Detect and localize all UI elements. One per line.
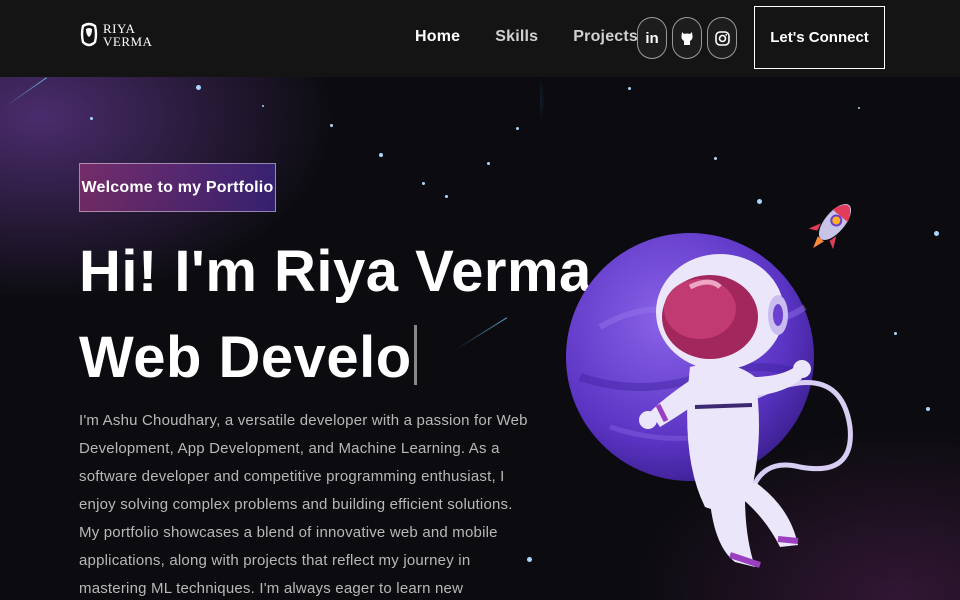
star: [196, 85, 201, 90]
typed-role: Web Develo: [79, 325, 412, 390]
hero-section: Welcome to my Portfolio Hi! I'm Riya Ver…: [0, 77, 960, 600]
linkedin-link[interactable]: in: [637, 17, 667, 59]
star: [379, 153, 383, 157]
nav-link-home[interactable]: Home: [415, 28, 460, 46]
star: [516, 127, 519, 130]
hero-headline: Hi! I'm Riya Verma Web Develo: [79, 229, 592, 401]
logo-icon: [80, 22, 98, 47]
star: [487, 162, 490, 165]
lets-connect-button[interactable]: Let's Connect: [754, 6, 885, 69]
nav-links: Home Skills Projects: [415, 28, 673, 46]
shooting-star: [3, 77, 47, 108]
nav-link-skills[interactable]: Skills: [495, 28, 538, 46]
blue-planet-icon: [540, 77, 545, 122]
headline-greeting: Hi! I'm Riya Verma: [79, 239, 592, 304]
logo-text: RIYA VERMA: [103, 22, 152, 48]
astronaut-icon: [639, 254, 853, 568]
headline-typing-line: Web Develo: [79, 315, 592, 401]
nav-link-projects[interactable]: Projects: [573, 28, 638, 46]
typing-cursor: [413, 325, 417, 385]
star: [422, 182, 425, 185]
instagram-icon: [714, 30, 730, 46]
astronaut-illustration: [540, 77, 853, 568]
logo-text-line2: VERMA: [103, 34, 153, 49]
instagram-link[interactable]: [707, 17, 737, 59]
star: [90, 117, 93, 120]
rocket-icon: [808, 203, 852, 250]
hero-bio: I'm Ashu Choudhary, a versatile develope…: [79, 412, 528, 597]
github-link[interactable]: [672, 17, 702, 59]
linkedin-icon: in: [645, 29, 659, 47]
welcome-tagline: Welcome to my Portfolio: [79, 163, 276, 212]
logo[interactable]: RIYA VERMA: [80, 22, 152, 48]
star: [445, 195, 448, 198]
github-icon: [681, 32, 693, 45]
star: [262, 105, 264, 107]
navbar: RIYA VERMA Home Skills Projects in Let's…: [0, 0, 960, 77]
star: [330, 124, 333, 127]
social-icons: in: [637, 17, 737, 59]
